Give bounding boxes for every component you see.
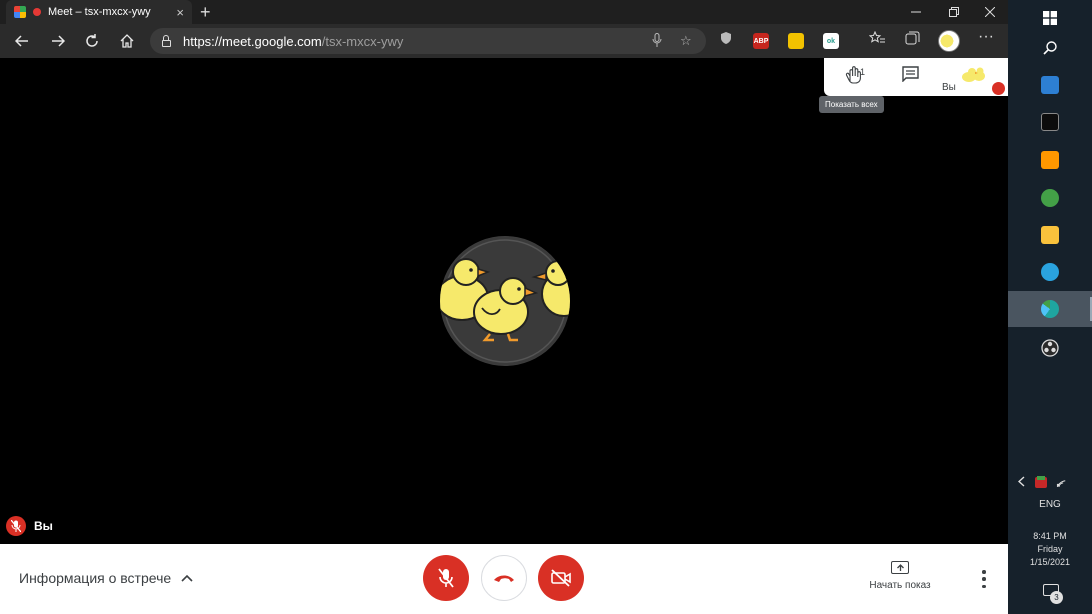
home-icon bbox=[120, 34, 134, 48]
meet-favicon-icon bbox=[14, 6, 26, 18]
arrow-right-icon bbox=[52, 35, 65, 47]
mic-off-icon bbox=[6, 516, 26, 536]
close-window-button[interactable] bbox=[972, 0, 1008, 24]
tab-title: Meet – tsx-mxcx-ywy bbox=[48, 6, 151, 18]
notification-count-badge: 3 bbox=[1050, 591, 1063, 604]
restore-icon bbox=[949, 7, 959, 17]
adblock-extension-icon[interactable]: ABP bbox=[753, 33, 769, 49]
taskbar-calculator[interactable] bbox=[1008, 67, 1092, 103]
taskbar-telegram[interactable] bbox=[1008, 254, 1092, 290]
terminal-icon bbox=[1041, 113, 1059, 131]
microphone-toggle-button[interactable] bbox=[423, 555, 469, 601]
chat-button[interactable] bbox=[902, 66, 919, 87]
minimize-button[interactable] bbox=[898, 0, 934, 24]
windows-taskbar bbox=[1008, 0, 1092, 614]
self-name-tag: Вы bbox=[6, 516, 53, 536]
favorite-star-icon[interactable]: ☆ bbox=[680, 33, 692, 49]
title-bar: Meet – tsx-mxcx-ywy × + bbox=[0, 0, 1008, 24]
meet-stage: 1 Вы Показать всех Вы Информация о встре… bbox=[0, 58, 1008, 614]
restore-button[interactable] bbox=[936, 0, 972, 24]
address-bar[interactable]: https://meet.google.com /tsx-mxcx-ywy ☆ bbox=[150, 28, 706, 54]
show-hidden-icons-chevron-icon[interactable] bbox=[1017, 476, 1025, 490]
close-icon bbox=[985, 7, 995, 17]
lock-icon bbox=[162, 34, 171, 47]
self-thumbnail-avatar[interactable] bbox=[960, 65, 986, 85]
taskbar-edge[interactable] bbox=[1008, 291, 1092, 327]
home-button[interactable] bbox=[115, 29, 139, 53]
taskbar-clock[interactable]: 8:41 PM Friday 1/15/2021 bbox=[1008, 530, 1092, 569]
recording-dot-icon bbox=[33, 8, 41, 16]
clock-time: 8:41 PM bbox=[1033, 531, 1067, 541]
microphone-icon[interactable] bbox=[652, 33, 662, 51]
forward-button[interactable] bbox=[46, 29, 70, 53]
globe-icon bbox=[1041, 189, 1059, 207]
windows-logo-icon bbox=[1043, 11, 1057, 25]
url-host: https://meet.google.com bbox=[183, 33, 322, 49]
present-screen-icon bbox=[891, 561, 909, 574]
arrow-left-icon bbox=[15, 35, 28, 47]
minimize-icon bbox=[911, 11, 921, 13]
leave-call-button[interactable] bbox=[481, 555, 527, 601]
self-name: Вы bbox=[34, 519, 53, 533]
dot bbox=[982, 577, 986, 581]
refresh-button[interactable] bbox=[80, 29, 104, 53]
refresh-icon bbox=[86, 34, 98, 47]
more-options-icon[interactable]: ··· bbox=[978, 28, 994, 46]
obs-studio-icon bbox=[1041, 339, 1059, 357]
camera-off-icon bbox=[551, 569, 571, 587]
participant-avatar bbox=[440, 236, 570, 366]
wifi-icon[interactable] bbox=[1054, 475, 1068, 490]
present-now-button[interactable]: Начать показ bbox=[866, 561, 934, 591]
taskbar-sublime-text[interactable] bbox=[1008, 142, 1092, 178]
input-language-indicator[interactable]: ENG bbox=[1008, 499, 1092, 510]
taskbar-file-explorer[interactable] bbox=[1008, 217, 1092, 253]
search-icon bbox=[1043, 41, 1057, 55]
hang-up-icon bbox=[494, 575, 514, 582]
more-options-button[interactable] bbox=[980, 570, 988, 588]
favorites-icon[interactable] bbox=[868, 30, 885, 48]
browser-window: Meet – tsx-mxcx-ywy × + https://meet.goo bbox=[0, 0, 1008, 614]
ok-extension-icon[interactable]: ok bbox=[823, 33, 839, 49]
meeting-controls-bar: Информация о встрече Начать показ bbox=[0, 544, 1008, 614]
url-path: /tsx-mxcx-ywy bbox=[321, 33, 404, 49]
chat-icon bbox=[902, 66, 919, 83]
sublime-text-icon bbox=[1041, 151, 1059, 169]
yellow-extension-icon[interactable] bbox=[788, 33, 804, 49]
dot bbox=[982, 570, 986, 574]
calculator-icon bbox=[1041, 76, 1059, 94]
dot bbox=[982, 584, 986, 588]
meeting-details-label: Информация о встрече bbox=[19, 570, 172, 586]
tracking-shield-icon[interactable] bbox=[720, 31, 732, 48]
self-thumbnail-label: Вы bbox=[942, 82, 956, 93]
back-button[interactable] bbox=[10, 29, 34, 53]
clock-day: Friday bbox=[1037, 544, 1063, 554]
taskbar-globe-app[interactable] bbox=[1008, 180, 1092, 216]
show-everyone-tooltip: Показать всех bbox=[819, 96, 884, 113]
browser-toolbar: https://meet.google.com /tsx-mxcx-ywy ☆ … bbox=[0, 24, 1008, 58]
camera-toggle-button[interactable] bbox=[538, 555, 584, 601]
participants-count: 1 bbox=[860, 67, 866, 77]
meeting-details-button[interactable]: Информация о встрече bbox=[19, 570, 193, 586]
browser-tab[interactable]: Meet – tsx-mxcx-ywy × bbox=[6, 0, 192, 24]
folder-icon bbox=[1041, 226, 1059, 244]
taskbar-terminal[interactable] bbox=[1008, 104, 1092, 140]
collections-icon[interactable] bbox=[905, 31, 920, 48]
ducklings-avatar-image bbox=[440, 237, 570, 365]
profile-avatar[interactable] bbox=[938, 30, 960, 52]
tab-close-icon[interactable]: × bbox=[176, 6, 184, 19]
edge-icon bbox=[1041, 300, 1059, 318]
clock-date: 1/15/2021 bbox=[1029, 557, 1071, 567]
new-tab-button[interactable]: + bbox=[200, 2, 211, 22]
telegram-icon bbox=[1041, 263, 1059, 281]
chevron-up-icon bbox=[181, 574, 193, 582]
thumbnail-mic-off-icon bbox=[992, 82, 1005, 95]
tray-app-icon[interactable] bbox=[1034, 475, 1048, 492]
participants-panel: 1 Вы bbox=[824, 58, 1008, 96]
taskbar-obs-studio[interactable] bbox=[1008, 330, 1092, 366]
present-now-label: Начать показ bbox=[869, 580, 931, 591]
mic-off-icon bbox=[438, 568, 454, 588]
search-button[interactable] bbox=[1008, 30, 1092, 66]
